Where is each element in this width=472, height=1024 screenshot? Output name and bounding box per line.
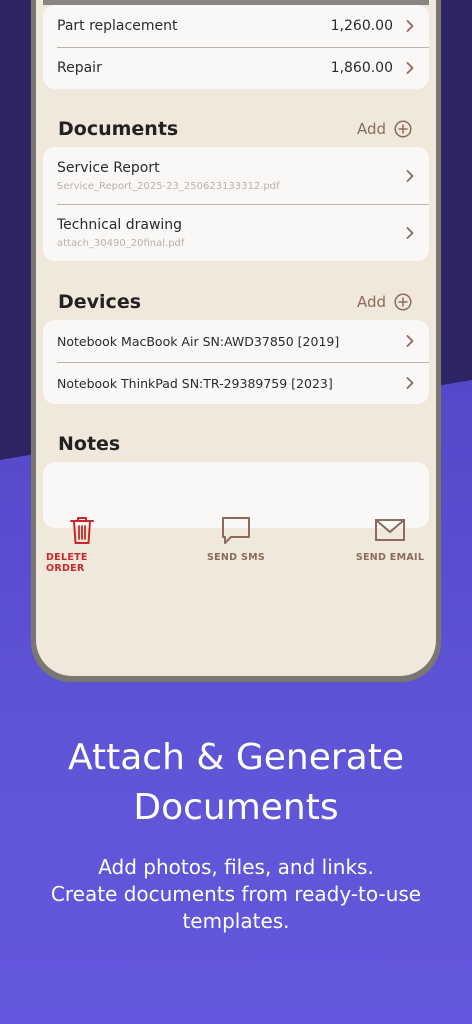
cost-label: Repair — [57, 60, 102, 76]
send-email-button[interactable]: SEND EMAIL — [354, 514, 426, 563]
send-email-label: SEND EMAIL — [355, 552, 425, 563]
phone-screen: Part replacement 1,260.00 Repair 1,860.0… — [36, 0, 436, 676]
promo-headline-line-2: Documents — [133, 787, 339, 828]
document-filename: Service_Report_2025-23_250623133312.pdf — [57, 180, 280, 192]
devices-card: Notebook MacBook Air SN:AWD37850 [2019] … — [43, 320, 429, 404]
add-document-button[interactable]: Add — [357, 120, 412, 138]
device-label: Notebook ThinkPad SN:TR-29389759 [2023] — [57, 375, 333, 391]
costs-card: Part replacement 1,260.00 Repair 1,860.0… — [43, 5, 429, 89]
cost-row-repair[interactable]: Repair 1,860.00 — [43, 47, 429, 89]
chevron-right-icon — [405, 19, 415, 33]
send-sms-button[interactable]: SEND SMS — [200, 514, 272, 563]
chevron-right-icon — [405, 334, 415, 348]
add-label: Add — [356, 120, 386, 138]
notes-title: Notes — [58, 433, 121, 455]
cost-value: 1,860.00 — [330, 60, 393, 76]
delete-order-button[interactable]: DELETE ORDER — [46, 514, 118, 574]
documents-title: Documents — [58, 118, 179, 140]
chevron-right-icon — [405, 226, 415, 240]
promo-headline-line-1: Attach & Generate — [68, 737, 404, 778]
action-bar: DELETE ORDER SEND SMS SEND EMAIL — [36, 510, 436, 574]
devices-title: Devices — [58, 291, 142, 313]
device-item[interactable]: Notebook MacBook Air SN:AWD37850 [2019] — [43, 320, 429, 362]
chat-bubble-icon — [222, 517, 250, 544]
chevron-right-icon — [405, 169, 415, 183]
document-title: Service Report — [57, 159, 160, 176]
add-label: Add — [356, 293, 386, 311]
cost-label: Part replacement — [57, 18, 178, 34]
document-item[interactable]: Technical drawing attach_30490_20final.p… — [43, 204, 429, 261]
promo-subtitle-line-3: templates. — [182, 909, 290, 933]
document-filename: attach_30490_20final.pdf — [57, 237, 185, 249]
cost-row-part-replacement[interactable]: Part replacement 1,260.00 — [43, 5, 429, 47]
plus-circle-icon — [394, 120, 412, 138]
device-item[interactable]: Notebook ThinkPad SN:TR-29389759 [2023] — [43, 362, 429, 404]
chevron-right-icon — [405, 376, 415, 390]
cost-value: 1,260.00 — [330, 18, 393, 34]
document-item[interactable]: Service Report Service_Report_2025-23_25… — [43, 147, 429, 204]
promo-subtitle-line-2: Create documents from ready-to-use — [50, 882, 422, 906]
chevron-right-icon — [405, 61, 415, 75]
document-title: Technical drawing — [57, 216, 183, 233]
trash-icon — [70, 517, 94, 544]
device-label: Notebook MacBook Air SN:AWD37850 [2019] — [57, 333, 340, 349]
envelope-icon — [375, 519, 405, 541]
documents-card: Service Report Service_Report_2025-23_25… — [43, 147, 429, 261]
send-sms-label: SEND SMS — [206, 552, 265, 563]
delete-order-label: DELETE ORDER — [46, 552, 88, 574]
add-device-button[interactable]: Add — [357, 293, 412, 311]
plus-circle-icon — [394, 293, 412, 311]
promo-subtitle-line-1: Add photos, files, and links. — [98, 855, 374, 879]
